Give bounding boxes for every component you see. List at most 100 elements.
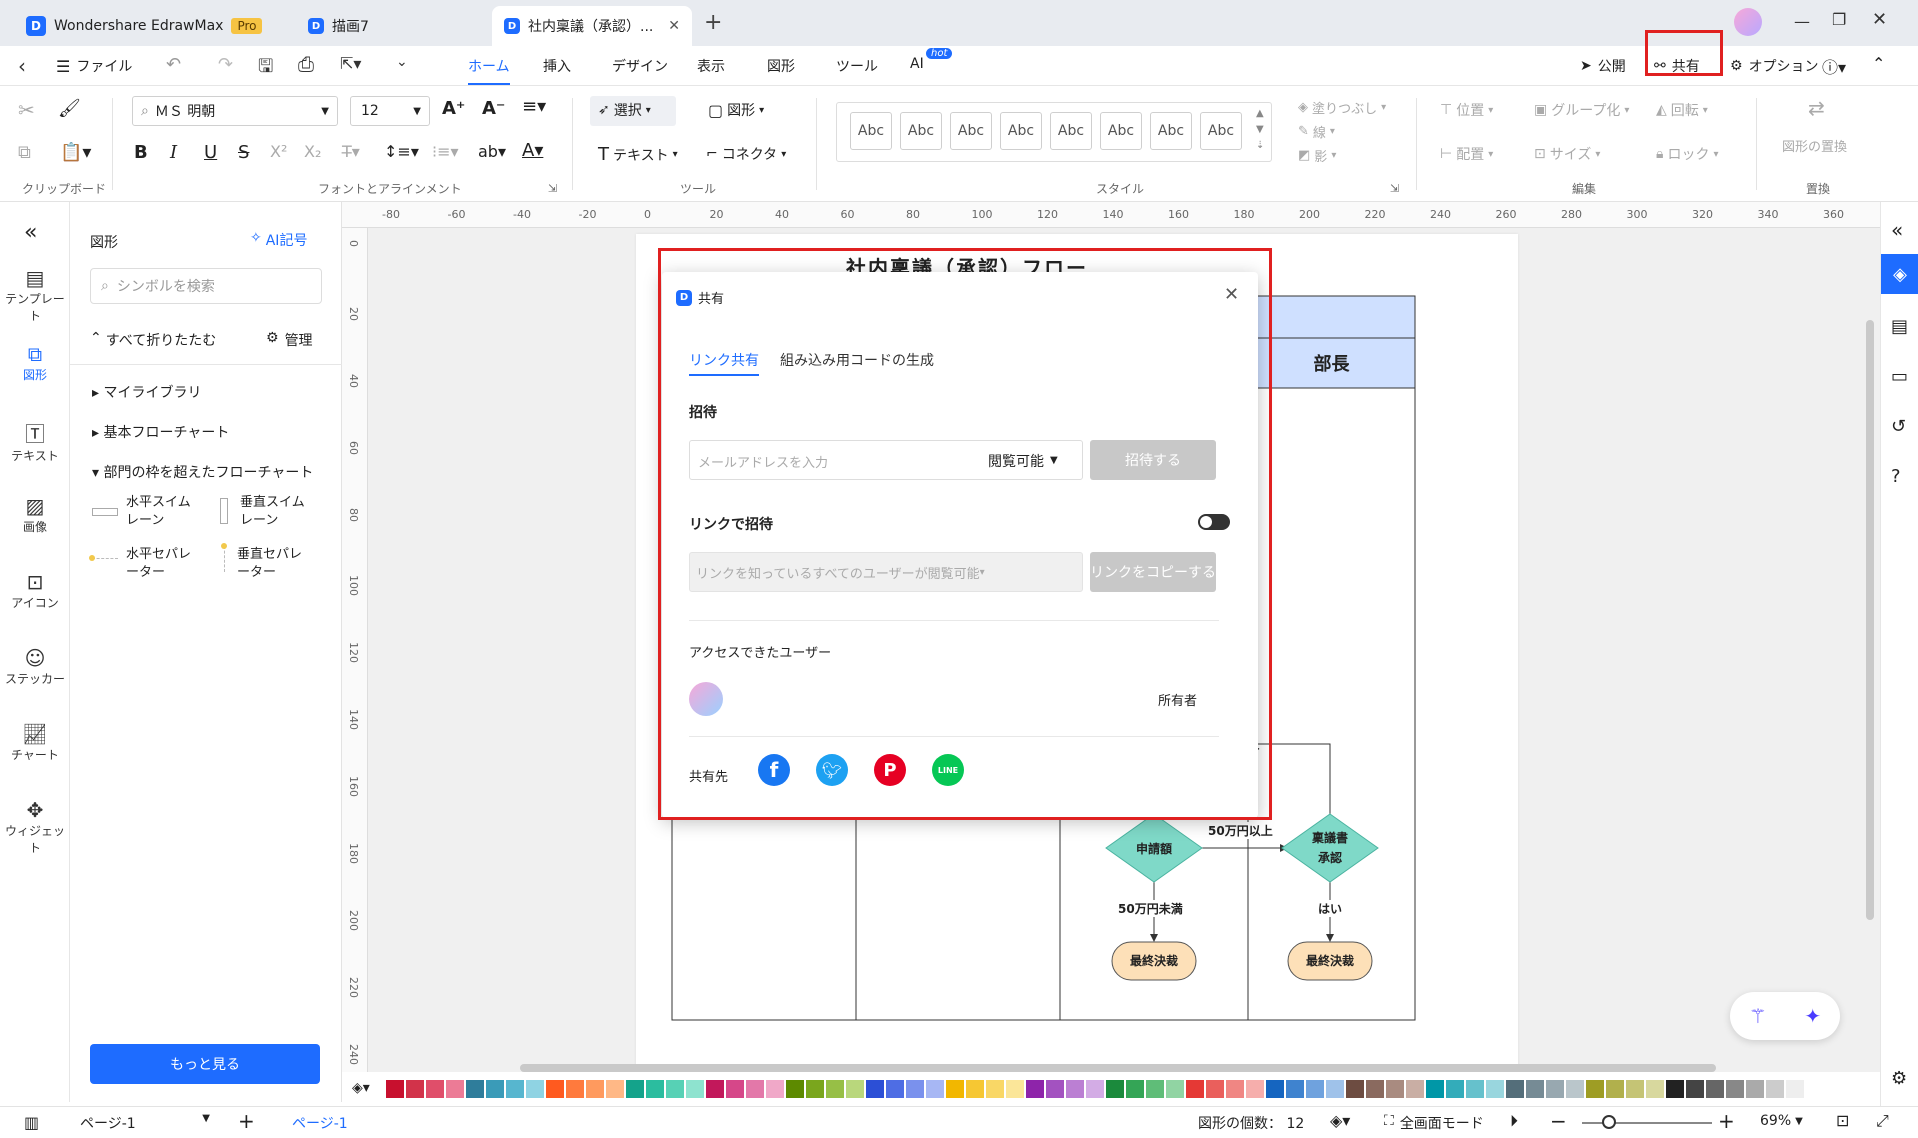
close-tab-icon[interactable]: ✕ <box>668 18 680 34</box>
color-swatch[interactable] <box>826 1080 844 1098</box>
color-swatch[interactable] <box>646 1080 664 1098</box>
color-swatch[interactable] <box>1766 1080 1784 1098</box>
decrease-font-icon[interactable]: A⁻ <box>482 98 505 119</box>
style-preset[interactable]: Abc <box>900 112 942 150</box>
color-swatch[interactable] <box>1506 1080 1524 1098</box>
fit-page-icon[interactable]: ⊡ <box>1836 1111 1849 1130</box>
page-select[interactable]: ページ-1 ▼ <box>80 1113 210 1133</box>
color-swatch[interactable] <box>986 1080 1004 1098</box>
app-tab[interactable]: D Wondershare EdrawMax Pro <box>14 6 274 46</box>
color-swatch[interactable] <box>1666 1080 1684 1098</box>
fill-bucket-icon[interactable]: ◈▾ <box>352 1080 370 1096</box>
increase-font-icon[interactable]: A⁺ <box>442 98 465 119</box>
color-swatch[interactable] <box>406 1080 424 1098</box>
size-button[interactable]: ⊡ サイズ ▾ <box>1534 144 1600 164</box>
text-style-icon[interactable]: ab▾ <box>478 142 506 161</box>
connector-button[interactable]: ⌐ コネクタ ▾ <box>706 144 786 164</box>
color-swatch[interactable] <box>1006 1080 1024 1098</box>
edge-label-over[interactable]: 50万円以上 <box>1208 822 1273 839</box>
position-button[interactable]: ⊤ 位置 ▾ <box>1440 100 1493 120</box>
style-preset[interactable]: Abc <box>1150 112 1192 150</box>
document-tab-2[interactable]: D 社内稟議（承認）... ✕ <box>492 6 692 46</box>
collapse-all-button[interactable]: ⌃ すべて折りたたむ <box>90 330 216 350</box>
bold-icon[interactable]: B <box>134 142 148 163</box>
new-tab-icon[interactable]: + <box>704 10 722 35</box>
font-size-select[interactable]: 12 ▼ <box>350 96 430 126</box>
style-preset[interactable]: Abc <box>850 112 892 150</box>
dialog-launcher-icon[interactable]: ⇲ <box>548 182 557 195</box>
color-swatch[interactable] <box>1066 1080 1084 1098</box>
shape-button[interactable]: ▢ 図形 ▾ <box>708 100 764 120</box>
expand-panel-icon[interactable]: « <box>1891 218 1903 242</box>
tab-shape[interactable]: 図形 <box>767 56 795 76</box>
color-swatch[interactable] <box>706 1080 724 1098</box>
strikethrough-icon[interactable]: S <box>238 142 249 163</box>
select-button[interactable]: ➶ 選択 ▾ <box>598 100 651 120</box>
redo-icon[interactable]: ↷ <box>218 54 233 75</box>
color-swatch[interactable] <box>1246 1080 1264 1098</box>
color-swatch[interactable] <box>1686 1080 1704 1098</box>
rail-item-icon[interactable]: ⊡ アイコン <box>0 570 70 611</box>
color-swatch[interactable] <box>1126 1080 1144 1098</box>
page-panel-icon[interactable]: ▤ <box>1891 316 1908 337</box>
color-swatch[interactable] <box>1306 1080 1324 1098</box>
horizontal-scrollbar[interactable] <box>520 1064 1716 1072</box>
underline-icon[interactable]: U <box>204 142 217 163</box>
options-button[interactable]: ⚙ オプション <box>1730 56 1819 76</box>
shape-horizontal-swimlane[interactable]: 水平スイムレーン <box>92 494 204 534</box>
rail-item-chart[interactable]: 📈︎ チャート <box>0 722 70 763</box>
presentation-icon[interactable]: ▭ <box>1891 366 1908 387</box>
group-button[interactable]: ▣ グループ化 ▾ <box>1534 100 1629 120</box>
page-tab[interactable]: ページ-1 <box>292 1113 348 1133</box>
text-align-icon[interactable]: ≡▾ <box>522 96 546 117</box>
decision-label-amount[interactable]: 申請額 <box>1106 840 1202 857</box>
color-swatch[interactable] <box>1646 1080 1664 1098</box>
gallery-scroll-icon[interactable]: ▲ ▼ ⇣ <box>1256 106 1264 154</box>
tab-ai[interactable]: AI <box>910 56 924 72</box>
document-tab-1[interactable]: D 描画7 <box>296 6 381 46</box>
superscript-icon[interactable]: X² <box>270 142 287 161</box>
color-swatch[interactable] <box>1746 1080 1764 1098</box>
color-swatch[interactable] <box>606 1080 624 1098</box>
color-swatch[interactable] <box>966 1080 984 1098</box>
zoom-in-icon[interactable]: + <box>1718 1109 1735 1133</box>
color-swatch[interactable] <box>786 1080 804 1098</box>
decision-label-approval[interactable]: 稟議書 承認 <box>1282 828 1378 868</box>
settings-icon[interactable]: ⚙ <box>1891 1068 1907 1089</box>
add-page-icon[interactable]: + <box>238 1109 255 1133</box>
copy-icon[interactable]: ⧉ <box>18 142 31 163</box>
undo-icon[interactable]: ↶ <box>166 54 181 75</box>
layers-icon[interactable]: ◈▾ <box>1330 1111 1350 1130</box>
shape-vertical-swimlane[interactable]: 垂直スイムレーン <box>220 494 332 534</box>
lane-header-buchou[interactable]: 部長 <box>1248 350 1415 376</box>
tab-tools[interactable]: ツール <box>836 56 878 76</box>
color-swatch[interactable] <box>1026 1080 1044 1098</box>
font-name-select[interactable]: ⌕ ＭＳ 明朝 ▼ <box>132 96 338 126</box>
back-icon[interactable]: ‹ <box>18 54 26 78</box>
subscript-icon[interactable]: X₂ <box>304 142 321 161</box>
color-swatch[interactable] <box>466 1080 484 1098</box>
color-swatch[interactable] <box>506 1080 524 1098</box>
color-swatch[interactable] <box>1146 1080 1164 1098</box>
style-preset[interactable]: Abc <box>950 112 992 150</box>
rail-item-text[interactable]: 🅃 テキスト <box>0 418 70 464</box>
color-swatch[interactable] <box>1546 1080 1564 1098</box>
terminal-label[interactable]: 最終決裁 <box>1112 952 1196 969</box>
color-swatch[interactable] <box>666 1080 684 1098</box>
history-icon[interactable]: ↺ <box>1891 416 1906 437</box>
zoom-slider-handle[interactable] <box>1602 1115 1616 1129</box>
shadow-button[interactable]: ◩ 影 ▾ <box>1298 146 1336 165</box>
help-icon[interactable]: ⓘ▾ <box>1822 54 1846 78</box>
expand-icon[interactable]: ⤢ <box>1876 1111 1889 1131</box>
format-painter-icon[interactable]: 🖌 <box>58 98 81 119</box>
color-swatch[interactable] <box>1626 1080 1644 1098</box>
layout-toggle-icon[interactable]: ▥ <box>24 1113 39 1132</box>
paste-icon[interactable]: 📋▾ <box>60 142 91 163</box>
play-icon[interactable]: ⏵ <box>1510 1111 1518 1131</box>
color-swatch[interactable] <box>1566 1080 1584 1098</box>
color-swatch[interactable] <box>1186 1080 1204 1098</box>
rail-item-sticker[interactable]: ☺ ステッカー <box>0 646 70 687</box>
close-window-icon[interactable]: ✕ <box>1872 9 1887 30</box>
color-swatch[interactable] <box>1086 1080 1104 1098</box>
color-swatch[interactable] <box>746 1080 764 1098</box>
